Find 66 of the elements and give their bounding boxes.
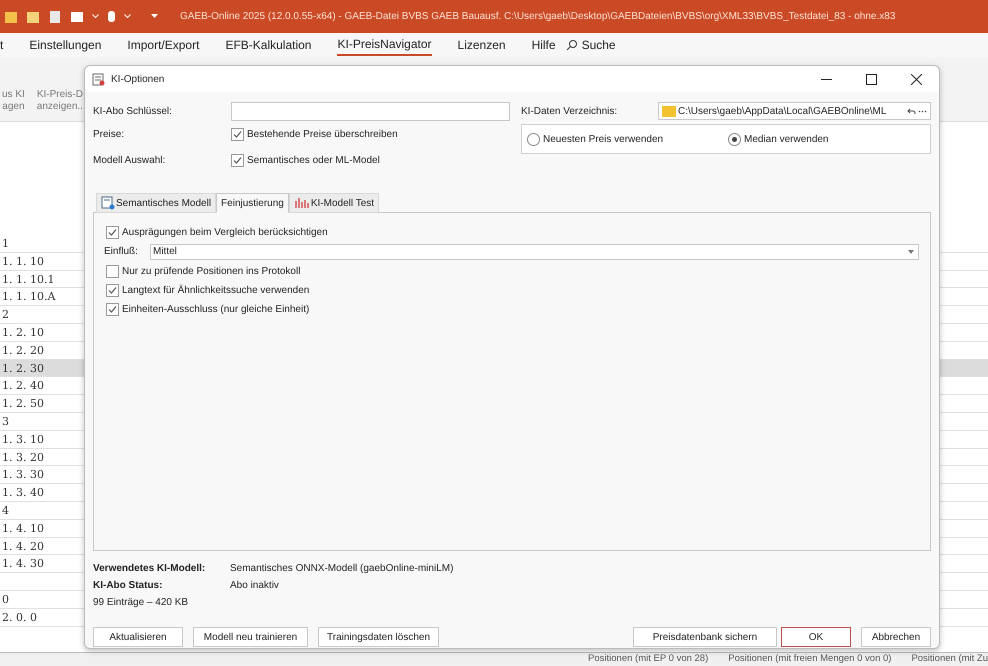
radio-button[interactable]	[728, 132, 741, 146]
dialog-button[interactable]: Modell neu trainieren	[193, 627, 308, 647]
checkbox-label[interactable]: Nur zu prüfende Positionen ins Protokoll	[122, 264, 300, 278]
more-dots-icon[interactable]	[918, 110, 927, 112]
menu-tab[interactable]: Einstellungen	[29, 35, 102, 55]
field-label: Modell Auswahl:	[93, 154, 166, 168]
caret-icon[interactable]	[124, 14, 131, 19]
field-label: KI-Daten Verzeichnis:	[521, 104, 618, 118]
field-label: KI-Abo Schlüssel:	[93, 104, 173, 118]
status-text: Positionen (mit Zu	[911, 652, 988, 666]
dialog-button[interactable]: Aktualisieren	[93, 627, 183, 647]
tab[interactable]: KI-Modell Test	[288, 193, 380, 213]
checkbox[interactable]	[106, 284, 119, 296]
window-title: GAEB-Online 2025 (12.0.0.55-x64) - GAEB-Datei BVBS GAEB Bauausf. C:\Users\gaeb\Desktop\GAEBDateien\BVBS\org\XML33\BVBS_Testdatei_83 - ohne.x83	[180, 10, 896, 24]
document-gear-icon	[101, 196, 115, 210]
dialog-button[interactable]: Abbrechen	[861, 627, 931, 647]
info-value: Semantisches ONNX-Modell (gaebOnline-miniLM)	[230, 562, 454, 576]
tab[interactable]: Semantisches Modell	[96, 193, 216, 213]
undo-arrow-icon[interactable]	[907, 108, 916, 114]
menu-tab[interactable]: Hilfe	[532, 35, 556, 55]
dialog-button[interactable]: Trainingsdaten löschen	[318, 627, 439, 647]
checkbox[interactable]	[106, 264, 119, 278]
menu-tab[interactable]: EFB-Kalkulation	[225, 35, 312, 55]
caret-icon[interactable]	[92, 14, 99, 19]
status-text: Positionen (mit freien Mengen 0 von 0)	[728, 652, 892, 666]
info-label: Verwendetes KI-Modell:	[93, 562, 206, 576]
radio-label[interactable]: Neuesten Preis verwenden	[543, 132, 664, 146]
checkbox[interactable]	[231, 154, 244, 166]
checkbox[interactable]	[106, 226, 119, 238]
info-value: Abo inaktiv	[230, 578, 279, 592]
checkbox[interactable]	[231, 128, 244, 140]
dropdown-field[interactable]: Mittel	[150, 244, 919, 260]
close-icon	[911, 74, 922, 84]
chart-bars-icon	[294, 197, 310, 209]
checkbox-label[interactable]: Einheiten-Ausschluss (nur gleiche Einheit)	[122, 302, 310, 316]
search-label[interactable]: Suche	[582, 36, 616, 54]
status-text: Positionen (mit EP 0 von 28)	[588, 652, 708, 666]
dialog-button[interactable]: OK	[781, 627, 851, 647]
tab[interactable]: Feinjustierung	[216, 193, 289, 213]
size-info: 99 Einträge – 420 KB	[93, 596, 190, 609]
checkbox-label[interactable]: Semantisches oder ML-Model	[247, 152, 380, 168]
checkbox-label[interactable]: Bestehende Preise überschreiben	[247, 126, 398, 142]
document-icon[interactable]	[48, 10, 62, 24]
dialog-title: KI-Optionen	[111, 72, 164, 86]
field-label: Preise:	[93, 128, 126, 142]
input-field[interactable]	[231, 102, 510, 120]
info-label: KI-Abo Status:	[93, 578, 164, 592]
maximize-icon	[866, 74, 877, 84]
checkbox-label[interactable]: Ausprägungen beim Vergleich berücksichtigen	[122, 224, 328, 240]
dialog-button[interactable]: Preisdatenbank sichern	[633, 627, 777, 647]
checkbox[interactable]	[106, 302, 119, 316]
menu-tab[interactable]: t	[0, 35, 4, 55]
checkbox-label[interactable]: Langtext für Ähnlichkeitssuche verwenden	[122, 282, 310, 298]
window-icon	[92, 72, 105, 86]
field-label: Einfluß:	[104, 245, 139, 259]
caret-icon[interactable]	[151, 14, 158, 19]
search-icon	[566, 39, 578, 51]
folder-path-field[interactable]: C:\Users\gaeb\AppData\Local\GAEBOnline\ML	[658, 102, 931, 120]
ribbon-button-label[interactable]: KI-Preis-D anzeigen..	[36, 89, 83, 113]
ribbon-button-label[interactable]: us KI agen	[2, 89, 25, 113]
mouse-icon[interactable]	[107, 10, 116, 23]
caret-icon	[908, 250, 914, 254]
menu-tab[interactable]: Lizenzen	[458, 35, 506, 55]
menu-tab[interactable]: Import/Export	[127, 35, 200, 55]
radio-button[interactable]	[527, 132, 540, 146]
radio-label[interactable]: Median verwenden	[744, 132, 828, 146]
